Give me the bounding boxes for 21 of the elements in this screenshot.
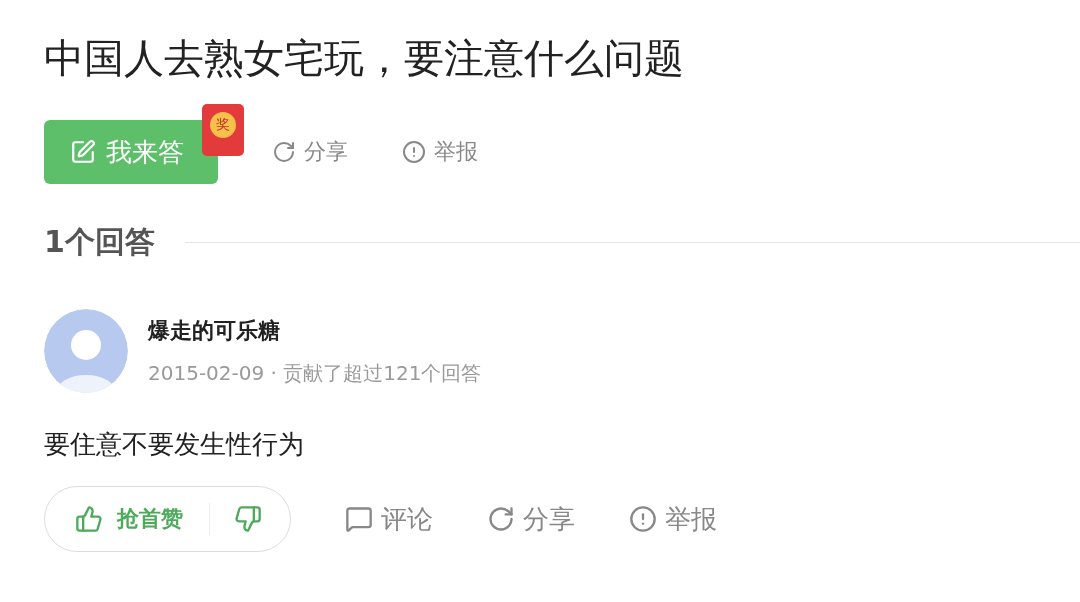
answer-count: 1个回答 [44,223,155,261]
share-link[interactable]: 分享 [487,501,575,537]
comment-icon [345,505,373,533]
question-title: 中国人去熟女宅玩，要注意什么问题 [44,34,685,82]
alert-icon [629,505,657,533]
edit-icon [70,139,96,165]
badge-text: 奖 [210,112,236,138]
share-link[interactable]: 分享 [272,137,348,167]
answer-text: 要住意不要发生性行为 [44,428,305,461]
share-icon [272,140,296,164]
thumbs-down-icon [234,505,262,533]
avatar-icon [44,309,128,393]
thumbs-up-icon [75,505,103,533]
author-name[interactable]: 爆走的可乐糖 [148,315,482,346]
report-link[interactable]: 举报 [629,501,717,537]
answer-meta: 2015-02-09 · 贡献了超过121个回答 [148,359,482,387]
share-icon [487,505,515,533]
comment-link[interactable]: 评论 [345,501,433,537]
report-link[interactable]: 举报 [402,137,478,167]
upvote-button[interactable]: 抢首赞 [75,504,209,534]
alert-icon [402,140,426,164]
